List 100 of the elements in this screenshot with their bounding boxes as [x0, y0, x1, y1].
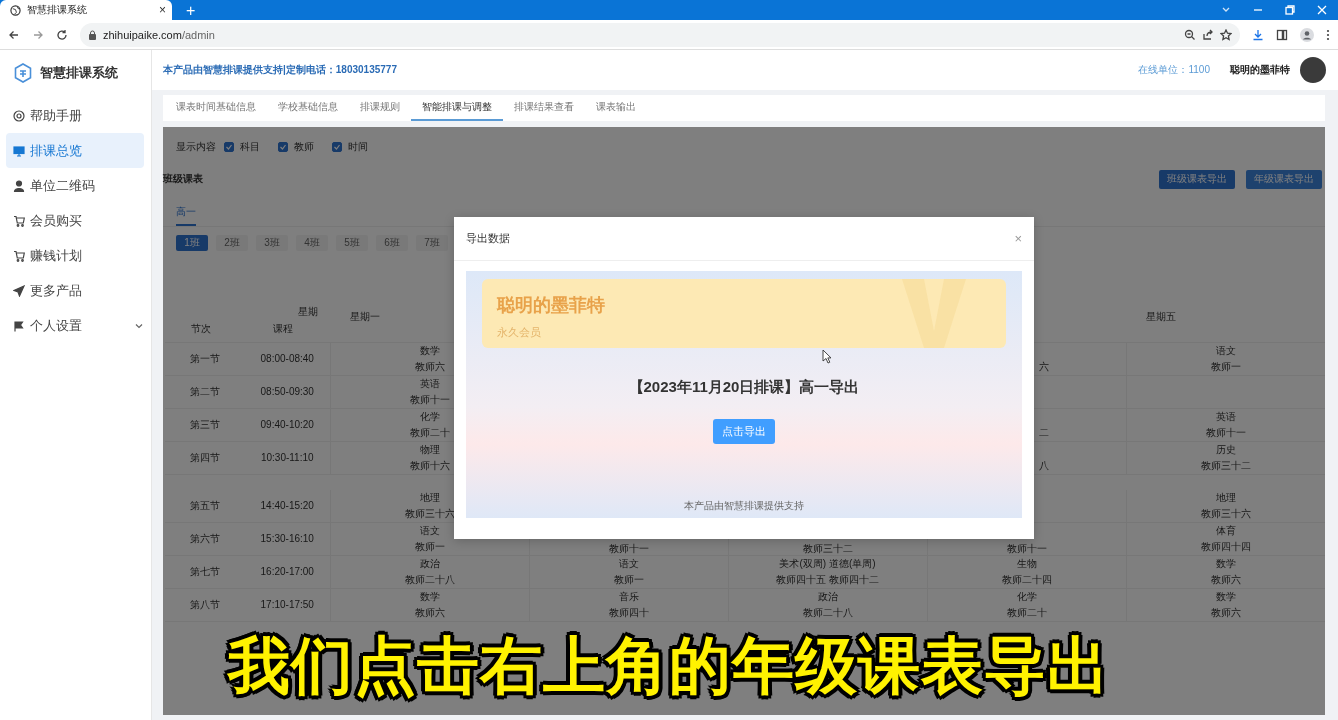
export-button[interactable]: 班级课表导出: [1159, 169, 1235, 189]
checkbox[interactable]: [278, 142, 288, 152]
profile-icon[interactable]: [1300, 27, 1314, 42]
class-button[interactable]: 5班: [336, 235, 368, 251]
tab[interactable]: 课表时间基础信息: [165, 95, 267, 121]
zoom-icon[interactable]: [1184, 28, 1196, 41]
class-button[interactable]: 6班: [376, 235, 408, 251]
lock-icon: [88, 29, 97, 40]
header-cell: 课程: [273, 322, 293, 336]
table-cell-text: 教师三十六: [1199, 506, 1252, 521]
username: 聪明的墨菲特: [1230, 63, 1290, 77]
tab[interactable]: 学校基础信息: [267, 95, 349, 121]
star-icon[interactable]: [1220, 28, 1232, 41]
table-cell-text: 教师六: [413, 360, 446, 374]
table-cell-text: 语文: [617, 556, 640, 571]
v-shape-icon: [902, 279, 966, 348]
time-cell: 17:10-17:50: [260, 598, 314, 610]
table-cell-text: 音乐: [617, 589, 640, 604]
table-cell-text: 教师十六: [408, 459, 451, 473]
check-icon: [333, 143, 341, 151]
tab-title: 智慧排课系统: [27, 3, 88, 17]
table-cell-text: 六: [1038, 360, 1050, 374]
table-cell-text: 生物: [1015, 556, 1038, 571]
checkbox[interactable]: [332, 142, 342, 152]
checkbox-label: 教师: [294, 140, 314, 154]
time-cell: 08:00-08:40: [260, 353, 314, 364]
download-icon[interactable]: [1252, 28, 1264, 41]
person-icon: [13, 179, 25, 192]
sidebar-group[interactable]: 个人设置: [6, 308, 144, 343]
avatar[interactable]: [1300, 57, 1326, 83]
period-cell: 第七节: [190, 565, 220, 577]
hexagon-logo-icon: [14, 63, 32, 83]
class-button[interactable]: 7班: [416, 235, 448, 251]
class-button[interactable]: 1班: [176, 235, 208, 251]
period-cell: 第五节: [190, 499, 220, 511]
table-cell-text: 教师六: [1209, 605, 1242, 620]
check-icon: [225, 143, 233, 151]
reload-icon[interactable]: [56, 28, 68, 41]
table-cell-text: 历史: [1214, 443, 1237, 457]
forward-arrow-icon[interactable]: [32, 28, 44, 41]
period-cell: 第二节: [190, 386, 220, 397]
class-button[interactable]: 3班: [256, 235, 288, 251]
subtitle-caption: 我们点击右上角的年级课表导出: [228, 630, 1110, 702]
sidebar-item[interactable]: 单位二维码: [6, 168, 144, 203]
sidebar-item[interactable]: 更多产品: [6, 273, 144, 308]
table-cell-text: 化学: [418, 410, 441, 424]
tab[interactable]: 课表输出: [585, 95, 647, 121]
back-arrow-icon[interactable]: [8, 28, 20, 41]
class-button[interactable]: 2班: [216, 235, 248, 251]
table-cell-text: 美术(双周) 道德(单周): [778, 556, 877, 571]
close-icon[interactable]: [1316, 4, 1328, 16]
section-title: 班级课表: [163, 172, 204, 186]
table-cell-text: 教师六: [413, 605, 446, 620]
table-cell-text: 数学: [1214, 589, 1237, 604]
header-cell: 节次: [191, 322, 211, 336]
table-cell-text: 英语: [418, 377, 441, 391]
table-cell-text: 化学: [1015, 589, 1038, 604]
restore-icon[interactable]: [1284, 4, 1296, 16]
sidebar-item[interactable]: 排课总览: [6, 133, 144, 168]
table-cell-text: 体育: [1214, 523, 1237, 538]
check-icon: [279, 143, 287, 151]
member-name: 聪明的墨菲特: [497, 294, 606, 317]
table-cell-text: 教师六: [1209, 572, 1242, 587]
time-cell: 14:40-15:20: [260, 499, 314, 511]
table-cell-text: 地理: [418, 490, 441, 505]
tab[interactable]: 智能排课与调整: [411, 95, 503, 121]
table-cell-text: 语文: [418, 523, 441, 538]
globe-icon: [10, 4, 21, 16]
export-button[interactable]: 点击导出: [713, 419, 775, 444]
header-cell: 星期五: [1146, 311, 1176, 322]
table-cell-text: 教师三十六: [403, 506, 456, 521]
table-cell-text: 八: [1038, 459, 1050, 473]
notice-text: 本产品由智慧排课提供支持|定制电话：18030135777: [163, 63, 398, 77]
period-cell: 第六节: [190, 532, 220, 544]
sidebar-item[interactable]: 赚钱计划: [6, 238, 144, 273]
table-cell-text: 物理: [418, 443, 441, 457]
table-cell-text: 数学: [418, 589, 441, 604]
tab[interactable]: 排课结果查看: [503, 95, 585, 121]
browser-tab[interactable]: 智慧排课系统 ×: [0, 0, 172, 20]
tab-close-button[interactable]: ×: [159, 3, 166, 17]
table-cell-text: 教师四十四: [1199, 539, 1252, 554]
display-label: 显示内容: [176, 140, 216, 154]
member-level: 永久会员: [497, 325, 542, 340]
side-panel-icon[interactable]: [1276, 28, 1288, 41]
class-button[interactable]: 4班: [296, 235, 328, 251]
more-menu-icon[interactable]: [1326, 28, 1330, 41]
close-button[interactable]: ×: [1014, 231, 1022, 246]
period-cell: 第八节: [190, 598, 220, 610]
tab[interactable]: 排课规则: [349, 95, 411, 121]
table-cell-text: 语文: [1214, 344, 1237, 358]
address-bar[interactable]: zhihuipaike.com/admin: [80, 22, 1240, 47]
cursor-icon: [822, 349, 832, 364]
table-cell-text: 数学: [418, 344, 441, 358]
export-button[interactable]: 年级课表导出: [1246, 169, 1322, 189]
sidebar-item[interactable]: 会员购买: [6, 203, 144, 238]
table-cell-text: 地理: [1214, 490, 1237, 505]
sidebar-item[interactable]: 帮助手册: [6, 98, 144, 133]
new-tab-button[interactable]: +: [182, 2, 200, 20]
checkbox[interactable]: [224, 142, 234, 152]
share-icon[interactable]: [1202, 28, 1214, 41]
